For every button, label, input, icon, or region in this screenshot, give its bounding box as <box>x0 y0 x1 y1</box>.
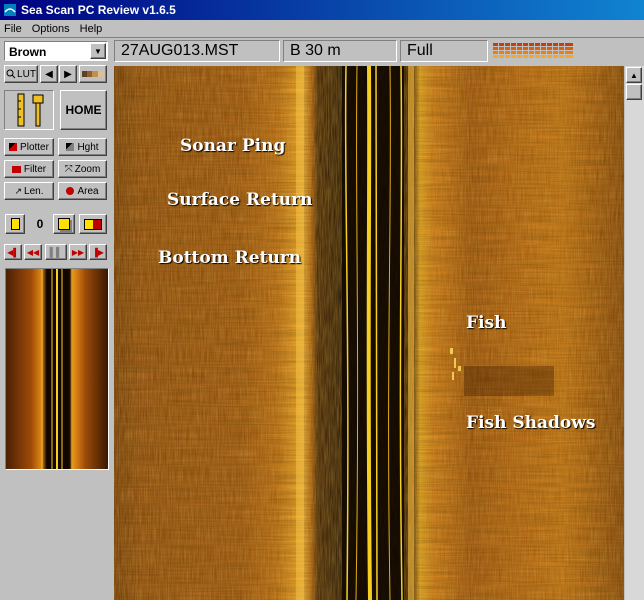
color-bar-button[interactable] <box>79 65 107 83</box>
home-label: HOME <box>65 103 102 117</box>
lut-label: LUT <box>17 68 36 80</box>
height-button[interactable]: Hght <box>58 138 107 156</box>
palette-value: Brown <box>9 45 47 59</box>
tool-panel: Brown ▼ LUT ◀ ▶ HOME Plotter Hght Filter… <box>0 38 112 600</box>
annotation-fish-shadows: Fish Shadows <box>466 413 596 433</box>
arrow-right-icon: ▶ <box>64 68 72 80</box>
marker-button[interactable] <box>5 214 25 234</box>
height-label: Hght <box>77 141 99 153</box>
rewind-icon: ◀◀ <box>26 247 40 257</box>
annotation-surface-return: Surface Return <box>167 190 313 210</box>
skip-back-icon: ◀▌ <box>7 247 19 257</box>
filter-button[interactable]: Filter <box>4 160 54 178</box>
fast-forward-button[interactable]: ▶▶ <box>69 244 87 260</box>
color-scale <box>492 41 574 61</box>
arrow-left-icon: ◀ <box>45 68 53 80</box>
zoom-icon: ⤧ <box>64 163 73 175</box>
marker-count: 0 <box>36 217 44 231</box>
pause-button[interactable]: ▌▌ <box>45 244 67 260</box>
length-button[interactable]: ↗ Len. <box>4 182 54 200</box>
rewind-button[interactable]: ◀◀ <box>24 244 42 260</box>
marker-edit-icon <box>58 218 70 230</box>
app-icon <box>4 4 16 16</box>
wrench-icon <box>32 94 43 127</box>
skip-forward-button[interactable]: ▐▶ <box>89 244 107 260</box>
pen-icon <box>9 143 18 151</box>
ruler-icon <box>17 93 24 127</box>
pause-icon: ▌▌ <box>49 247 63 257</box>
skip-forward-icon: ▐▶ <box>92 247 104 257</box>
mode-field: Full <box>400 40 488 62</box>
annotation-bottom-return: Bottom Return <box>158 248 302 268</box>
filter-icon <box>11 165 21 173</box>
file-header: 27AUG013.MST B 30 m Full <box>112 38 644 64</box>
menu-bar: File Options Help <box>0 20 644 38</box>
chevron-up-icon: ▲ <box>630 70 638 80</box>
plotter-label: Plotter <box>20 141 49 153</box>
window-title: Sea Scan PC Review v1.6.5 <box>21 3 176 17</box>
annotation-fish: Fish <box>466 313 507 333</box>
area-button[interactable]: Area <box>58 182 107 200</box>
overview-thumbnail[interactable] <box>5 268 109 470</box>
marker-export-icon <box>84 218 102 230</box>
skip-back-button[interactable]: ◀▌ <box>4 244 22 260</box>
zoom-button[interactable]: ⤧ Zoom <box>58 160 107 178</box>
menu-options[interactable]: Options <box>32 23 70 35</box>
menu-file[interactable]: File <box>4 23 22 35</box>
marker-edit-button[interactable] <box>53 214 75 234</box>
length-icon: ↗ <box>14 185 23 196</box>
vertical-scrollbar[interactable]: ▲ <box>625 66 644 600</box>
area-label: Area <box>77 185 99 197</box>
scroll-up-button[interactable]: ▲ <box>626 67 642 83</box>
plotter-button[interactable]: Plotter <box>4 138 54 156</box>
menu-help[interactable]: Help <box>80 23 103 35</box>
title-bar: Sea Scan PC Review v1.6.5 <box>0 0 644 20</box>
filename-field: 27AUG013.MST <box>114 40 280 62</box>
annotation-sonar-ping: Sonar Ping <box>180 136 286 156</box>
filter-label: Filter <box>23 163 47 175</box>
marker-icon <box>10 218 20 230</box>
lut-button[interactable]: LUT <box>4 65 38 83</box>
chevron-down-icon[interactable]: ▼ <box>90 43 106 59</box>
marker-export-button[interactable] <box>79 214 107 234</box>
height-icon <box>66 143 75 151</box>
fast-forward-icon: ▶▶ <box>71 247 85 257</box>
overview-image <box>6 269 108 469</box>
palette-select[interactable]: Brown ▼ <box>4 41 108 61</box>
lut-next-button[interactable]: ▶ <box>59 65 77 83</box>
measure-tools[interactable] <box>4 90 54 130</box>
area-icon <box>66 187 75 195</box>
range-field: B 30 m <box>283 40 397 62</box>
length-label: Len. <box>24 185 44 197</box>
lut-prev-button[interactable]: ◀ <box>40 65 58 83</box>
magnifier-icon <box>6 69 16 79</box>
color-bar-icon <box>82 71 104 77</box>
zoom-label: Zoom <box>74 163 101 175</box>
scroll-thumb[interactable] <box>626 84 642 100</box>
home-button[interactable]: HOME <box>60 90 107 130</box>
